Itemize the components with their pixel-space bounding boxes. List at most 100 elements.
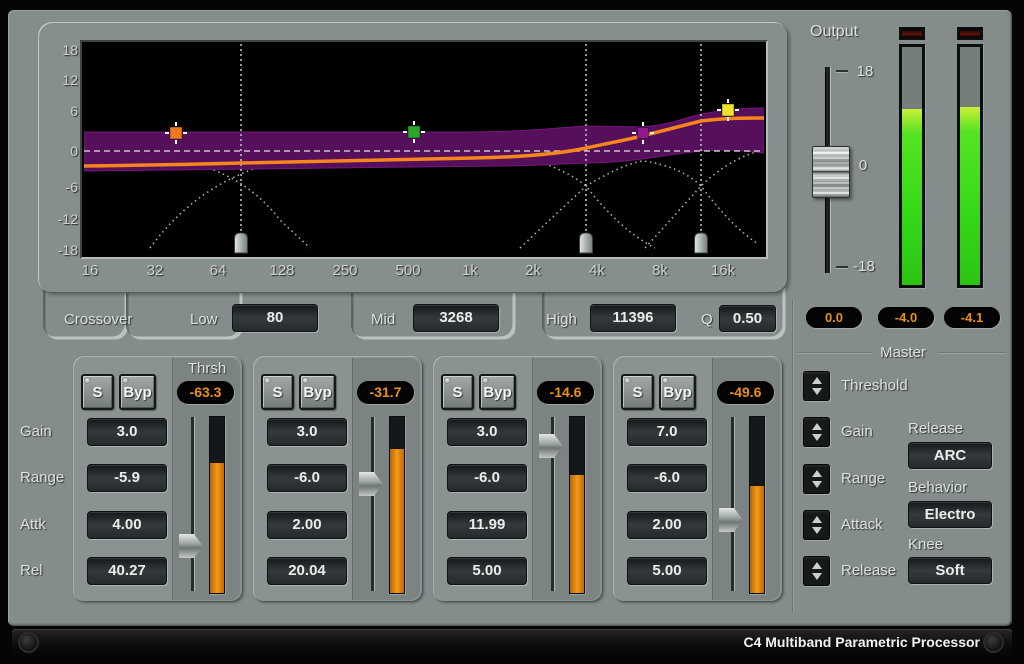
output-fader[interactable] bbox=[811, 67, 851, 273]
band2-bypass-button[interactable]: Byp bbox=[299, 374, 336, 410]
band1-gain-value[interactable]: 3.0 bbox=[87, 418, 167, 446]
master-gain-spinner[interactable] bbox=[803, 417, 830, 447]
band1-range-value[interactable]: -5.9 bbox=[87, 464, 167, 492]
solo-button-label: S bbox=[632, 384, 642, 401]
band3-solo-button[interactable]: S bbox=[441, 374, 474, 410]
high-crossover-handle[interactable] bbox=[695, 233, 708, 253]
crossover-q-value[interactable]: 0.50 bbox=[719, 305, 776, 332]
band2-attack-value[interactable]: 2.00 bbox=[267, 511, 347, 539]
row-label-release: Rel bbox=[20, 562, 72, 580]
x-tick: 8k bbox=[638, 262, 682, 279]
clip-led-right[interactable] bbox=[957, 27, 983, 40]
plugin-title: C4 Multiband Parametric Processor bbox=[392, 629, 980, 656]
x-tick: 2k bbox=[511, 262, 555, 279]
up-arrow-icon[interactable] bbox=[812, 423, 822, 430]
down-arrow-icon[interactable] bbox=[812, 573, 822, 580]
master-gain-label: Gain bbox=[841, 423, 901, 441]
band3-marker[interactable] bbox=[638, 128, 649, 139]
master-release-spinner[interactable] bbox=[803, 556, 830, 586]
release-mode-button[interactable]: ARC bbox=[908, 442, 992, 469]
band4-level-meter bbox=[749, 416, 765, 594]
band3-level-meter bbox=[569, 416, 585, 594]
row-label-attack: Attk bbox=[20, 516, 72, 534]
band4-marker[interactable] bbox=[722, 104, 734, 116]
up-arrow-icon[interactable] bbox=[812, 562, 822, 569]
meter-fill bbox=[902, 109, 922, 285]
band3-range-value[interactable]: -6.0 bbox=[447, 464, 527, 492]
band4-solo-button[interactable]: S bbox=[621, 374, 654, 410]
down-arrow-icon[interactable] bbox=[812, 527, 822, 534]
meter-fill bbox=[390, 449, 404, 593]
output-meter-right bbox=[957, 44, 983, 288]
band2-threshold-slider[interactable] bbox=[356, 417, 388, 593]
band4-range-value[interactable]: -6.0 bbox=[627, 464, 707, 492]
band2-marker[interactable] bbox=[408, 126, 420, 138]
fader-scale-minus18: -18 bbox=[846, 258, 882, 276]
y-tick: -18 bbox=[36, 242, 78, 258]
y-tick: 12 bbox=[36, 72, 78, 88]
down-arrow-icon[interactable] bbox=[812, 434, 822, 441]
band2-solo-button[interactable]: S bbox=[261, 374, 294, 410]
master-title: Master bbox=[856, 344, 950, 362]
eq-curve-display[interactable] bbox=[84, 44, 764, 257]
band1-threshold-slider[interactable] bbox=[176, 417, 208, 593]
led-indicator bbox=[123, 378, 128, 383]
master-attack-spinner[interactable] bbox=[803, 510, 830, 540]
up-arrow-icon[interactable] bbox=[812, 377, 822, 384]
x-tick: 32 bbox=[133, 262, 177, 279]
band1-marker[interactable] bbox=[170, 127, 182, 139]
band4-release-value[interactable]: 5.00 bbox=[627, 557, 707, 585]
band4-gain-value[interactable]: 7.0 bbox=[627, 418, 707, 446]
bypass-button-label: Byp bbox=[483, 384, 511, 401]
band3-threshold-slider[interactable] bbox=[536, 417, 568, 593]
master-threshold-spinner[interactable] bbox=[803, 371, 830, 401]
band1-release-value[interactable]: 40.27 bbox=[87, 557, 167, 585]
knee-button[interactable]: Soft bbox=[908, 557, 992, 584]
waves-logo-icon[interactable] bbox=[18, 632, 39, 653]
band3-bypass-button[interactable]: Byp bbox=[479, 374, 516, 410]
waves-logo-icon[interactable] bbox=[983, 632, 1004, 653]
down-arrow-icon[interactable] bbox=[812, 481, 822, 488]
up-arrow-icon[interactable] bbox=[812, 470, 822, 477]
crossover-handles[interactable] bbox=[235, 233, 708, 253]
mid-crossover-handle[interactable] bbox=[580, 233, 593, 253]
plugin-window: 18 12 6 0 -6 -12 -18 16 32 64 128 250 50… bbox=[0, 0, 1024, 664]
band2-gain-value[interactable]: 3.0 bbox=[267, 418, 347, 446]
band4-attack-value[interactable]: 2.00 bbox=[627, 511, 707, 539]
band2-slider-knob[interactable] bbox=[359, 472, 383, 496]
clip-led-left[interactable] bbox=[899, 27, 925, 40]
y-tick: 6 bbox=[36, 103, 78, 119]
band1-slider-knob[interactable] bbox=[179, 534, 203, 558]
band1-panel: S Byp -63.3 3.0 -5.9 4.00 40.27 bbox=[73, 356, 243, 602]
output-level-right-display: -4.1 bbox=[944, 307, 1000, 328]
band2-release-value[interactable]: 20.04 bbox=[267, 557, 347, 585]
band4-bypass-button[interactable]: Byp bbox=[659, 374, 696, 410]
up-arrow-icon[interactable] bbox=[812, 516, 822, 523]
band2-range-value[interactable]: -6.0 bbox=[267, 464, 347, 492]
led-indicator bbox=[85, 378, 90, 383]
band3-release-value[interactable]: 5.00 bbox=[447, 557, 527, 585]
behavior-button[interactable]: Electro bbox=[908, 501, 992, 528]
crossover-high-value[interactable]: 11396 bbox=[590, 304, 676, 332]
band3-attack-value[interactable]: 11.99 bbox=[447, 511, 527, 539]
low-crossover-handle[interactable] bbox=[235, 233, 248, 253]
band4-threshold-slider[interactable] bbox=[716, 417, 748, 593]
x-tick: 16 bbox=[68, 262, 112, 279]
band1-solo-button[interactable]: S bbox=[81, 374, 114, 410]
master-range-spinner[interactable] bbox=[803, 464, 830, 494]
x-tick: 250 bbox=[323, 262, 367, 279]
crossover-low-value[interactable]: 80 bbox=[232, 304, 318, 332]
x-tick: 500 bbox=[386, 262, 430, 279]
band4-slider-knob[interactable] bbox=[719, 508, 743, 532]
section-divider bbox=[792, 300, 794, 612]
led-indicator bbox=[483, 378, 488, 383]
crossover-mid-value[interactable]: 3268 bbox=[413, 304, 499, 332]
output-fader-knob[interactable] bbox=[812, 146, 850, 198]
band1-attack-value[interactable]: 4.00 bbox=[87, 511, 167, 539]
band3-gain-value[interactable]: 3.0 bbox=[447, 418, 527, 446]
band3-slider-knob[interactable] bbox=[539, 434, 563, 458]
output-gain-display: 0.0 bbox=[806, 307, 862, 328]
down-arrow-icon[interactable] bbox=[812, 388, 822, 395]
band1-bypass-button[interactable]: Byp bbox=[119, 374, 156, 410]
band4-panel: S Byp -49.6 7.0 -6.0 2.00 5.00 bbox=[613, 356, 783, 602]
